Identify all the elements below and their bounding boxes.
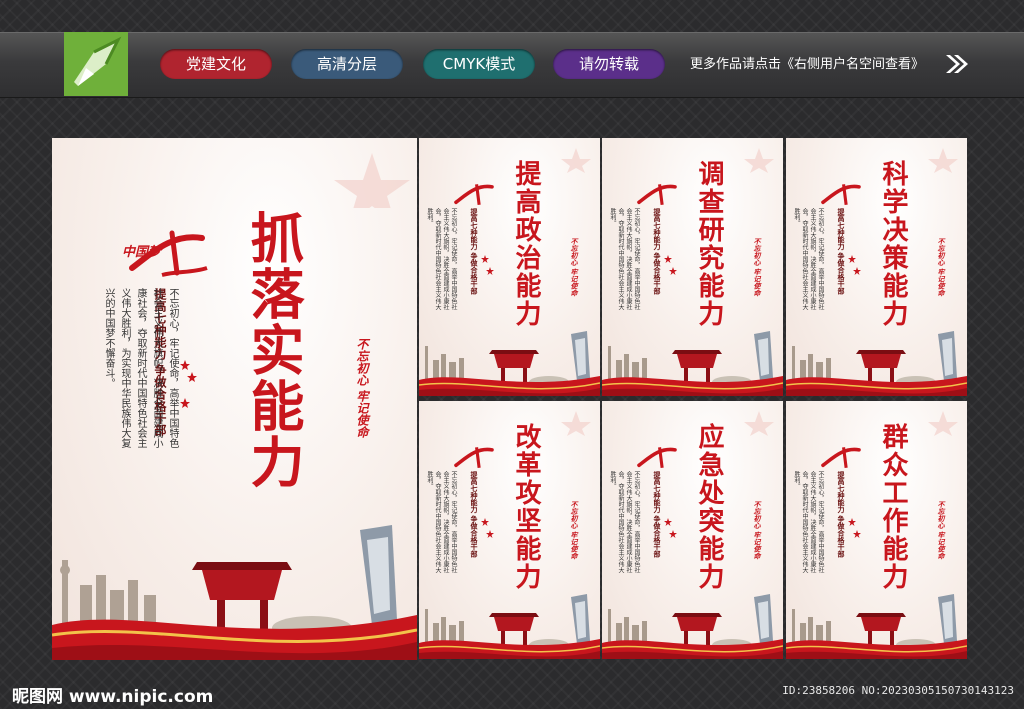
- small-body-text: 不忘初心，牢记使命，高举中国特色社会主义伟大旗帜，决胜全面建成小康社会，夺取新时…: [793, 471, 824, 573]
- main-poster: 中国梦 提高七种能力 争做合格干部 不忘初心，牢记使命，高举中国特色社会主义伟大…: [52, 138, 417, 660]
- stars-decoration-icon: [848, 255, 861, 275]
- small-poster-2: 不忘初心，牢记使命，高举中国特色社会主义伟大旗帜，决胜全面建成小康社会，夺取新时…: [602, 138, 783, 396]
- china-dream-logo-icon: [637, 184, 677, 206]
- china-dream-logo-icon: [454, 184, 494, 206]
- city-skyline-scene: [602, 594, 783, 659]
- small-seal: 不忘初心 牢记使命: [570, 238, 579, 297]
- small-title: 科学决策能力: [878, 160, 908, 328]
- site-watermark[interactable]: 昵图网 www.nipic.com: [12, 682, 213, 707]
- china-dream-logo-icon: [821, 184, 861, 206]
- small-body-text: 不忘初心，牢记使命，高举中国特色社会主义伟大旗帜，决胜全面建成小康社会，夺取新时…: [793, 208, 824, 310]
- star-watermark-icon: [928, 148, 958, 173]
- star-watermark-icon: [928, 411, 958, 436]
- small-seal: 不忘初心 牢记使命: [937, 501, 946, 560]
- pen-logo-icon[interactable]: [64, 32, 128, 96]
- tag-cmyk[interactable]: CMYK模式: [423, 49, 535, 79]
- small-body-text: 不忘初心，牢记使命，高举中国特色社会主义伟大旗帜，决胜全面建成小康社会，夺取新时…: [609, 208, 640, 310]
- city-skyline-scene: [419, 331, 600, 396]
- city-skyline-scene: [602, 331, 783, 396]
- logo-text: 中国梦: [122, 245, 162, 260]
- city-skyline-scene: [52, 525, 417, 660]
- small-seal: 不忘初心 牢记使命: [937, 238, 946, 297]
- small-seal: 不忘初心 牢记使命: [570, 501, 579, 560]
- small-poster-5: 不忘初心，牢记使命，高举中国特色社会主义伟大旗帜，决胜全面建成小康社会，夺取新时…: [602, 401, 783, 659]
- small-title: 调查研究能力: [694, 160, 724, 328]
- china-dream-logo-icon: [821, 447, 861, 469]
- star-watermark-icon: [744, 148, 774, 173]
- city-skyline-scene: [419, 594, 600, 659]
- city-skyline-scene: [786, 594, 967, 659]
- small-title: 应急处突能力: [694, 423, 724, 591]
- tag-hd-layers[interactable]: 高清分层: [291, 49, 403, 79]
- small-subtitle: 提高七种能力 争做合格干部: [470, 471, 479, 558]
- small-subtitle: 提高七种能力 争做合格干部: [653, 471, 662, 558]
- small-title: 群众工作能力: [878, 423, 908, 591]
- stars-decoration-icon: [848, 518, 861, 538]
- star-watermark-icon: [744, 411, 774, 436]
- promo-text[interactable]: 更多作品请点击《右侧用户名空间查看》: [690, 53, 924, 72]
- main-seal: 不忘初心 牢记使命: [355, 338, 369, 439]
- stars-decoration-icon: [481, 255, 494, 275]
- tag-party-culture[interactable]: 党建文化: [160, 49, 272, 79]
- star-watermark-icon: [334, 153, 410, 208]
- small-subtitle: 提高七种能力 争做合格干部: [837, 208, 846, 295]
- small-title: 改革攻坚能力: [511, 423, 541, 591]
- small-title: 提高政治能力: [511, 160, 541, 328]
- main-title: 抓落实能力: [241, 210, 305, 490]
- small-poster-1: 不忘初心，牢记使命，高举中国特色社会主义伟大旗帜，决胜全面建成小康社会，夺取新时…: [419, 138, 600, 396]
- star-watermark-icon: [561, 411, 591, 436]
- main-body-text: 不忘初心，牢记使命，高举中国特色社会主义伟大旗帜，决胜全面建成小康社会，夺取新时…: [103, 288, 178, 448]
- small-seal: 不忘初心 牢记使命: [753, 501, 762, 560]
- china-dream-logo-icon: [454, 447, 494, 469]
- stars-decoration-icon: [664, 255, 677, 275]
- stars-decoration-icon: [180, 360, 197, 408]
- small-body-text: 不忘初心，牢记使命，高举中国特色社会主义伟大旗帜，决胜全面建成小康社会，夺取新时…: [609, 471, 640, 573]
- stars-decoration-icon: [664, 518, 677, 538]
- small-poster-3: 不忘初心，牢记使命，高举中国特色社会主义伟大旗帜，决胜全面建成小康社会，夺取新时…: [786, 138, 967, 396]
- china-dream-logo-icon: [637, 447, 677, 469]
- city-skyline-scene: [786, 331, 967, 396]
- tag-no-repost[interactable]: 请勿转载: [553, 49, 665, 79]
- small-poster-4: 不忘初心，牢记使命，高举中国特色社会主义伟大旗帜，决胜全面建成小康社会，夺取新时…: [419, 401, 600, 659]
- star-watermark-icon: [561, 148, 591, 173]
- double-arrow-icon[interactable]: [944, 51, 970, 81]
- stars-decoration-icon: [481, 518, 494, 538]
- small-subtitle: 提高七种能力 争做合格干部: [837, 471, 846, 558]
- small-subtitle: 提高七种能力 争做合格干部: [653, 208, 662, 295]
- small-subtitle: 提高七种能力 争做合格干部: [470, 208, 479, 295]
- small-body-text: 不忘初心，牢记使命，高举中国特色社会主义伟大旗帜，决胜全面建成小康社会，夺取新时…: [426, 208, 457, 310]
- china-dream-logo: 中国梦: [122, 213, 212, 283]
- small-poster-6: 不忘初心，牢记使命，高举中国特色社会主义伟大旗帜，决胜全面建成小康社会，夺取新时…: [786, 401, 967, 659]
- small-seal: 不忘初心 牢记使命: [753, 238, 762, 297]
- image-id-text: ID:23858206 NO:20230305150730143123: [782, 684, 1014, 697]
- small-body-text: 不忘初心，牢记使命，高举中国特色社会主义伟大旗帜，决胜全面建成小康社会，夺取新时…: [426, 471, 457, 573]
